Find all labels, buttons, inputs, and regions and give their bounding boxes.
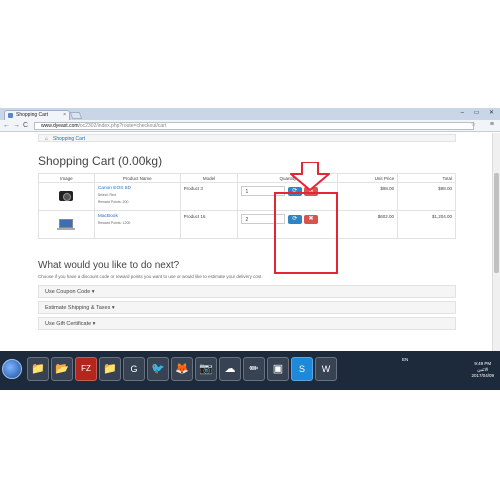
taskbar-app-photos[interactable]: 📷 xyxy=(195,357,217,381)
window-controls[interactable]: – ▭ ✕ xyxy=(461,109,498,116)
url-path: /oc2302/index.php?route=checkout/cart xyxy=(78,123,167,129)
taskbar-app-chrome[interactable]: G xyxy=(123,357,145,381)
taskbar-app-wordpad[interactable]: W xyxy=(315,357,337,381)
page-scrollbar[interactable] xyxy=(492,133,500,353)
breadcrumb-link[interactable]: Shopping Cart xyxy=(53,136,85,142)
new-tab-button[interactable] xyxy=(69,112,83,119)
header-total: Total xyxy=(397,173,456,183)
next-steps-description: Choose if you have a discount code or re… xyxy=(38,274,263,279)
back-icon[interactable]: ← xyxy=(3,122,10,130)
unit-price: $98.00 xyxy=(337,182,399,211)
favicon-icon xyxy=(8,113,13,118)
product-option: Select: Red xyxy=(97,193,116,197)
annotation-arrow-icon xyxy=(290,162,330,191)
annotation-highlight-box xyxy=(274,192,338,274)
header-unit-price: Unit Price xyxy=(337,173,399,183)
scrollbar-thumb[interactable] xyxy=(494,173,499,273)
product-name-cell: MacBook Reward Points: 1200 xyxy=(93,210,181,239)
taskbar-app-cloud[interactable]: ☁ xyxy=(219,357,241,381)
taskbar-app-folder[interactable]: 📂 xyxy=(51,357,73,381)
start-button[interactable] xyxy=(2,359,22,379)
table-row: Canon EOS 5D Select: Red Reward Points: … xyxy=(38,182,456,211)
product-link[interactable]: Canon EOS 5D xyxy=(98,186,177,191)
taskbar-app-filezilla[interactable]: FZ xyxy=(75,357,97,381)
coupon-accordion[interactable]: Use Coupon Code ▾ xyxy=(38,285,456,298)
product-name-cell: Canon EOS 5D Select: Red Reward Points: … xyxy=(93,182,181,211)
taskbar-app-bird[interactable]: 🐦 xyxy=(147,357,169,381)
browser-tab[interactable]: Shopping Cart × xyxy=(4,110,70,120)
line-total: $98.00 xyxy=(397,182,456,211)
web-page: ⌂ Shopping Cart Shopping Cart (0.00kg) Im… xyxy=(0,133,500,353)
gift-certificate-accordion[interactable]: Use Gift Certificate ▾ xyxy=(38,317,456,330)
product-image-cell[interactable] xyxy=(38,210,95,239)
browser-menu-icon[interactable]: ≡ xyxy=(490,121,494,128)
taskbar-app-firefox[interactable]: 🦊 xyxy=(171,357,193,381)
screenshot: Shopping Cart × – ▭ ✕ ← → C www.dyeast.c… xyxy=(0,108,500,390)
cart-header-row: Image Product Name Model Quantity Unit P… xyxy=(38,173,456,183)
address-bar[interactable]: www.dyeast.com/oc2302/index.php?route=ch… xyxy=(34,122,474,130)
line-total: $1,204.00 xyxy=(397,210,456,239)
breadcrumb: ⌂ Shopping Cart xyxy=(38,134,456,142)
home-icon[interactable]: ⌂ xyxy=(45,136,48,142)
bookmark-star-icon[interactable]: ☆ xyxy=(471,121,476,128)
taskbar-app-skype[interactable]: S xyxy=(291,357,313,381)
next-steps-heading: What would you like to do next? xyxy=(38,260,180,271)
taskbar-app-media[interactable]: ▣ xyxy=(267,357,289,381)
browser-toolbar: ← → C www.dyeast.com/oc2302/index.php?ro… xyxy=(0,120,500,132)
table-row: MacBook Reward Points: 1200 Product 16 2… xyxy=(38,210,456,239)
taskbar-app-editor[interactable]: ✏ xyxy=(243,357,265,381)
tab-close-icon[interactable]: × xyxy=(63,112,66,118)
tab-title: Shopping Cart xyxy=(16,112,48,118)
reload-icon[interactable]: C xyxy=(23,122,28,130)
url-host: www.dyeast.com xyxy=(41,123,79,129)
clock[interactable]: 9:49 PM الاثنين 2017/04/09 xyxy=(471,361,494,379)
laptop-icon[interactable] xyxy=(57,219,76,230)
product-image-cell[interactable] xyxy=(38,182,95,211)
system-tray: EN 9:49 PM الاثنين 2017/04/09 xyxy=(400,351,500,390)
unit-price: $602.00 xyxy=(337,210,399,239)
page-title: Shopping Cart (0.00kg) xyxy=(38,154,163,168)
product-reward: Reward Points: 200 xyxy=(97,199,129,204)
product-model: Product 16 xyxy=(179,210,239,239)
camera-icon[interactable] xyxy=(59,191,74,201)
taskbar-app-folder2[interactable]: 📁 xyxy=(99,357,121,381)
cart-table: Image Product Name Model Quantity Unit P… xyxy=(38,173,456,239)
product-model: Product 3 xyxy=(179,182,239,211)
forward-icon[interactable]: → xyxy=(13,122,20,130)
header-product: Product Name xyxy=(93,173,181,183)
taskbar: 📁 📂 FZ 📁 G 🐦 🦊 📷 ☁ ✏ ▣ S W EN 9:49 PM ال… xyxy=(0,351,500,390)
product-reward: Reward Points: 1200 xyxy=(97,221,131,225)
header-model: Model xyxy=(179,173,239,183)
browser-tabbar: Shopping Cart × – ▭ ✕ xyxy=(0,108,500,120)
product-link[interactable]: MacBook xyxy=(98,214,177,219)
taskbar-app-explorer[interactable]: 📁 xyxy=(27,357,49,381)
language-indicator[interactable]: EN xyxy=(402,357,408,362)
header-image: Image xyxy=(38,173,95,183)
shipping-accordion[interactable]: Estimate Shipping & Taxes ▾ xyxy=(38,301,456,314)
clock-date: 2017/04/09 xyxy=(471,373,494,378)
